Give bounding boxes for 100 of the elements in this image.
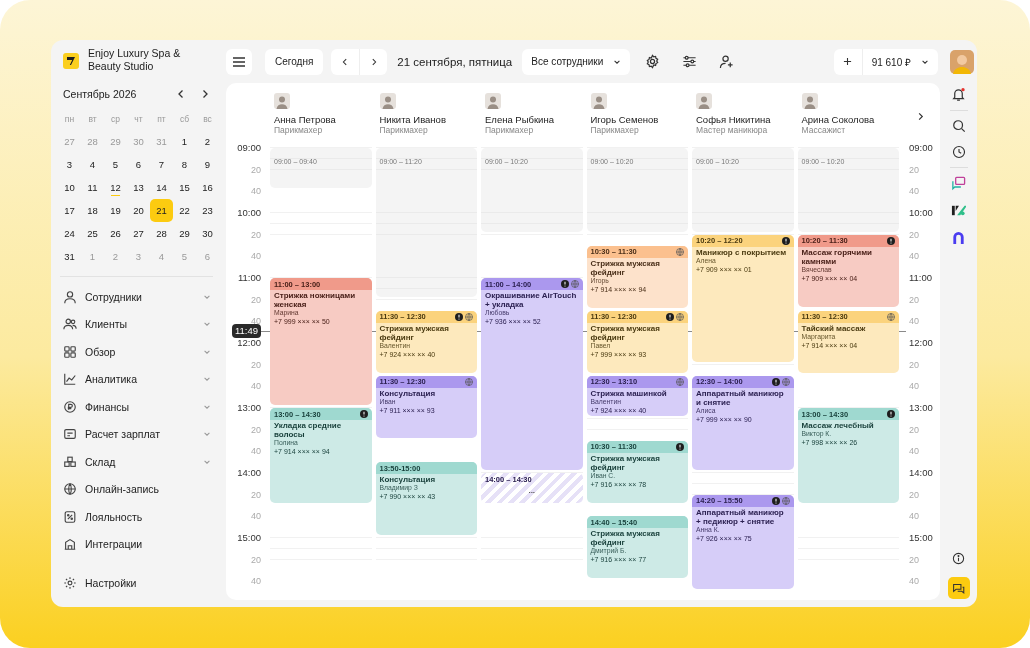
weekday-label: пн (63, 112, 76, 126)
support-chat-button[interactable] (947, 577, 970, 599)
calendar-day[interactable]: 16 (196, 176, 219, 199)
nav-icon (63, 344, 77, 359)
brand-logo-icon (63, 53, 79, 69)
calendar-day[interactable]: 31 (58, 245, 81, 268)
nav-item[interactable]: Сотрудники (58, 283, 215, 311)
avatar (590, 93, 607, 109)
calendar-day[interactable]: 11 (81, 176, 104, 199)
globe-icon (465, 312, 473, 321)
service-title: Массаж лечебный (800, 420, 875, 430)
brand-name: Enjoy Luxury Spa & Beauty Studio (88, 47, 182, 73)
staff-name: Софья Никитина (696, 114, 772, 125)
calendar-day[interactable]: 13 (127, 176, 150, 199)
time-label: 14:00 (909, 467, 933, 479)
nav-icon (63, 427, 77, 442)
calendar-day[interactable]: 4 (81, 153, 104, 176)
calendar-day[interactable]: 27 (127, 222, 150, 245)
info-icon[interactable] (952, 552, 965, 565)
today-button[interactable]: Сегодня (265, 48, 324, 75)
calendar-day[interactable]: 19 (104, 199, 127, 222)
staff-filter-dropdown[interactable]: Все сотрудники (522, 48, 631, 75)
calendar-day[interactable]: 21 (150, 199, 173, 222)
calendar-day[interactable]: 15 (173, 176, 196, 199)
avatar (485, 93, 501, 109)
nav-icon (63, 537, 77, 552)
nav-item[interactable]: Обзор (58, 338, 215, 366)
menu-button[interactable] (226, 48, 252, 75)
calendar-day[interactable]: 17 (58, 199, 81, 222)
calendar-day[interactable]: 30 (196, 222, 219, 245)
add-user-icon[interactable] (719, 54, 735, 69)
calendar-day[interactable]: 2 (196, 130, 219, 153)
nav-item[interactable]: Финансы (58, 393, 215, 421)
nav-item[interactable]: Интеграции (58, 530, 215, 558)
service-title: Стрижка мужская фейдинг (589, 257, 661, 277)
nav-item[interactable]: Склад (58, 448, 215, 476)
nav-icon (63, 289, 77, 304)
nav-item[interactable]: Аналитика (58, 365, 215, 393)
time-label: 13:00 (909, 402, 933, 414)
weekday-label: вт (87, 112, 98, 126)
calendar-day[interactable]: 23 (196, 199, 219, 222)
search-icon[interactable] (951, 119, 966, 133)
service-title: Аппаратный маникюр + педикюр + снятие (695, 506, 785, 526)
arch-logo-icon[interactable] (951, 230, 966, 245)
calendar-day[interactable]: 18 (81, 199, 104, 222)
calendar-day[interactable]: 20 (127, 199, 150, 222)
calendar-day[interactable]: 25 (81, 222, 104, 245)
calendar-day[interactable]: 14 (150, 176, 173, 199)
time-label: 40 (251, 380, 261, 393)
service-title: Стрижка машинкой (589, 387, 668, 398)
bell-icon[interactable] (951, 87, 966, 102)
nav-item[interactable]: Расчет зарплат (58, 420, 215, 448)
chat-icon[interactable] (951, 176, 966, 191)
time-label: 40 (251, 445, 261, 458)
calendar-day[interactable]: 24 (58, 222, 81, 245)
staff-role: Мастер маникюра (696, 125, 769, 135)
calendar-day[interactable]: 9 (196, 153, 219, 176)
time-label: 40 (251, 250, 261, 263)
calendar-day[interactable]: 10 (58, 176, 81, 199)
calendar-day[interactable]: 29 (173, 222, 196, 245)
staff-role: Парикмахер (485, 125, 535, 135)
nav-item[interactable]: Клиенты (58, 310, 215, 338)
time-label: 40 (909, 380, 919, 393)
time-label: 20 (251, 358, 261, 371)
avatar (696, 93, 712, 109)
globe-icon (465, 377, 473, 386)
app-logo-icon[interactable] (951, 203, 966, 218)
alert-icon (359, 410, 368, 418)
calendar-day[interactable]: 26 (104, 222, 127, 245)
calendar-day[interactable]: 12 (104, 176, 127, 199)
time-label: 15:00 (237, 532, 261, 544)
nav-item[interactable]: Лояльность (58, 503, 215, 531)
calendar-day[interactable]: 7 (150, 153, 173, 176)
calendar-day[interactable]: 1 (173, 130, 196, 153)
calendar-day[interactable]: 8 (173, 153, 196, 176)
time-label: 20 (909, 488, 919, 501)
alert-icon (781, 236, 790, 245)
calendar-day[interactable]: 5 (104, 153, 127, 176)
calendar-day[interactable]: 28 (150, 222, 173, 245)
staff-name: Елена Рыбкина (485, 114, 555, 125)
settings-icon[interactable] (645, 54, 661, 69)
service-title: Окрашивание AirTouch + укладка (484, 290, 578, 309)
time-label: 40 (909, 575, 919, 588)
calendar-day[interactable]: 3 (58, 153, 81, 176)
time-label: 11:00 (909, 272, 933, 284)
time-label: 40 (251, 575, 261, 588)
next-staff-icon[interactable] (916, 111, 925, 121)
settings-item[interactable]: Настройки (58, 569, 215, 597)
calendar-day[interactable]: 6 (127, 153, 150, 176)
current-date: 21 сентября, пятница (397, 55, 513, 68)
nav-icon (63, 372, 77, 387)
calendar-day[interactable]: 22 (173, 199, 196, 222)
clock-icon[interactable] (951, 145, 966, 159)
time-label: 40 (909, 250, 919, 263)
alert-icon (887, 410, 895, 418)
time-label: 20 (909, 163, 919, 176)
nav-icon (63, 454, 77, 469)
plus-icon (843, 57, 853, 66)
nav-item[interactable]: Онлайн-запись (58, 475, 215, 503)
sliders-icon[interactable] (682, 54, 698, 69)
